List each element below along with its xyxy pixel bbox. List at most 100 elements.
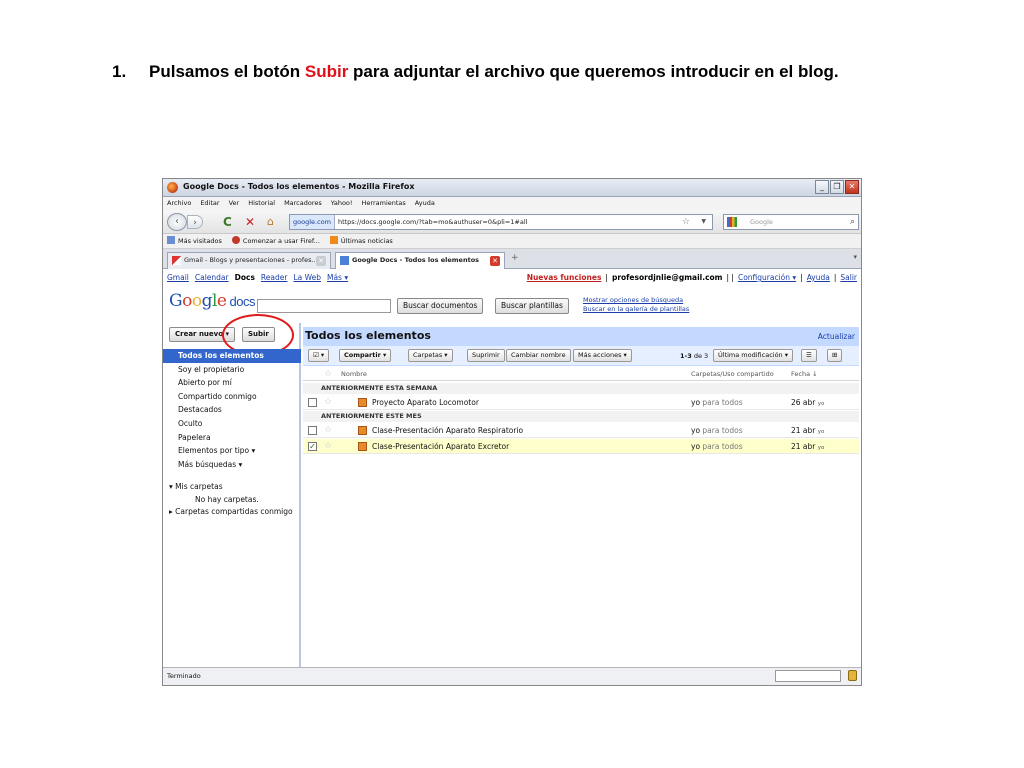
- firefox-icon: [167, 182, 178, 193]
- close-icon[interactable]: ✕: [316, 256, 326, 266]
- bookmark-label: Últimas noticias: [340, 237, 393, 245]
- search-icon[interactable]: ⌕: [850, 215, 855, 229]
- tab-gmail[interactable]: Gmail - Blogs y presentaciones - profes.…: [167, 252, 331, 269]
- address-bar[interactable]: google.com https://docs.google.com/?tab=m…: [289, 214, 713, 230]
- star-icon[interactable]: ☆: [324, 367, 332, 381]
- stop-icon[interactable]: ✕: [245, 215, 255, 229]
- refresh-link[interactable]: Actualizar: [818, 332, 855, 341]
- menu-herramientas[interactable]: Herramientas: [362, 197, 406, 210]
- file-date: 21 abr yo: [791, 439, 824, 456]
- template-gallery-link[interactable]: Buscar en la galería de plantillas: [583, 305, 689, 314]
- menu-editar[interactable]: Editar: [200, 197, 219, 210]
- row-checkbox[interactable]: [308, 398, 317, 407]
- sidebar-item-shared[interactable]: Compartido conmigo: [163, 390, 301, 404]
- table-row-selected[interactable]: ✓ ☆ Clase-Presentación Aparato Excretor …: [303, 439, 859, 454]
- tab-list-icon[interactable]: ▾: [853, 253, 857, 261]
- folders-button[interactable]: Carpetas ▾: [408, 349, 453, 362]
- sidebar-item-owned[interactable]: Soy el propietario: [163, 363, 301, 377]
- bookmark-latest-news[interactable]: Últimas noticias: [329, 234, 393, 248]
- presentation-icon: [358, 426, 367, 435]
- close-icon[interactable]: ✕: [490, 256, 500, 266]
- google-docs-logo[interactable]: Google docs: [169, 291, 255, 311]
- gbar-gmail-link[interactable]: Gmail: [167, 270, 189, 286]
- sort-dropdown[interactable]: Última modificación ▾: [713, 349, 793, 362]
- rename-button[interactable]: Cambiar nombre: [506, 349, 571, 362]
- status-text: Terminado: [167, 672, 201, 680]
- url-text: https://docs.google.com/?tab=mo&authuser…: [337, 218, 528, 226]
- table-row[interactable]: ☆ Proyecto Aparato Locomotor yo para tod…: [303, 395, 859, 410]
- signout-link[interactable]: Salir: [840, 270, 857, 286]
- my-folders-toggle[interactable]: ▾ Mis carpetas: [163, 481, 301, 494]
- menu-yahoo[interactable]: Yahoo!: [331, 197, 353, 210]
- sidebar-folders: ▾ Mis carpetas No hay carpetas. ▸ Carpet…: [163, 481, 301, 519]
- star-icon[interactable]: ☆: [324, 395, 332, 410]
- shared-folders-toggle[interactable]: ▸ Carpetas compartidas conmigo: [163, 506, 301, 519]
- reload-icon[interactable]: C: [223, 215, 232, 229]
- bookmark-star-icon[interactable]: ☆: [682, 215, 690, 229]
- docs-search-input[interactable]: [257, 299, 391, 313]
- bookmark-most-visited[interactable]: Más visitados: [167, 234, 222, 248]
- sidebar-item-opened[interactable]: Abierto por mí: [163, 376, 301, 390]
- menu-ayuda[interactable]: Ayuda: [415, 197, 435, 210]
- column-name[interactable]: Nombre: [341, 367, 367, 381]
- sidebar-item-starred[interactable]: Destacados: [163, 403, 301, 417]
- menu-marcadores[interactable]: Marcadores: [284, 197, 322, 210]
- new-tab-button[interactable]: +: [511, 253, 519, 263]
- sidebar-item-hidden[interactable]: Oculto: [163, 417, 301, 431]
- restore-button[interactable]: ❐: [830, 180, 844, 194]
- star-icon[interactable]: ☆: [324, 423, 332, 438]
- share-button[interactable]: Compartir ▾: [339, 349, 392, 362]
- grid-view-icon[interactable]: ⊞: [827, 349, 843, 362]
- settings-link[interactable]: Configuración ▾: [738, 270, 796, 286]
- gbar-reader-link[interactable]: Reader: [261, 270, 288, 286]
- bookmark-getting-started[interactable]: Comenzar a usar Firef...: [231, 234, 320, 248]
- gbar-calendar-link[interactable]: Calendar: [195, 270, 229, 286]
- sidebar-item-more-searches[interactable]: Más búsquedas ▾: [163, 458, 301, 472]
- back-button[interactable]: ‹: [167, 213, 187, 231]
- menu-ver[interactable]: Ver: [229, 197, 240, 210]
- more-actions-button[interactable]: Más acciones ▾: [573, 349, 632, 362]
- column-date[interactable]: Fecha ↓: [791, 367, 818, 381]
- window-titlebar: Google Docs - Todos los elementos - Mozi…: [163, 179, 861, 197]
- sidebar-item-all[interactable]: Todos los elementos: [163, 349, 301, 363]
- row-checkbox[interactable]: [308, 426, 317, 435]
- sidebar-item-by-type[interactable]: Elementos por tipo ▾: [163, 444, 301, 458]
- file-name[interactable]: Clase-Presentación Aparato Respiratorio: [372, 423, 523, 438]
- star-icon[interactable]: ☆: [324, 439, 332, 454]
- tab-google-docs[interactable]: Google Docs - Todos los elementos ✕: [335, 252, 505, 269]
- gbar-web-link[interactable]: La Web: [293, 270, 321, 286]
- menu-archivo[interactable]: Archivo: [167, 197, 191, 210]
- minimize-button[interactable]: _: [815, 180, 829, 194]
- search-input[interactable]: Google ⌕: [723, 214, 859, 230]
- help-link[interactable]: Ayuda: [807, 270, 830, 286]
- select-dropdown[interactable]: ☑ ▾: [308, 349, 330, 362]
- row-checkbox-checked[interactable]: ✓: [308, 442, 317, 451]
- owner: yo: [691, 426, 701, 435]
- chevron-down-icon[interactable]: ▼: [701, 215, 706, 229]
- site-identity[interactable]: google.com: [290, 215, 335, 229]
- list-view-icon[interactable]: ☰: [801, 349, 817, 362]
- home-icon[interactable]: ⌂: [267, 215, 274, 229]
- file-name[interactable]: Proyecto Aparato Locomotor: [372, 395, 479, 410]
- bookmarks-toolbar: Más visitados Comenzar a usar Firef... Ú…: [163, 234, 861, 249]
- sharing: para todos: [702, 398, 743, 407]
- delete-button[interactable]: Suprimir: [467, 349, 505, 362]
- show-search-options-link[interactable]: Mostrar opciones de búsqueda: [583, 296, 689, 305]
- table-row[interactable]: ☆ Clase-Presentación Aparato Respiratori…: [303, 423, 859, 438]
- instruction-before: Pulsamos el botón: [149, 62, 305, 81]
- forward-button[interactable]: ›: [187, 215, 203, 229]
- search-templates-button[interactable]: Buscar plantillas: [495, 298, 569, 314]
- sidebar-item-trash[interactable]: Papelera: [163, 431, 301, 445]
- search-options: Mostrar opciones de búsqueda Buscar en l…: [583, 296, 689, 314]
- search-docs-button[interactable]: Buscar documentos: [397, 298, 484, 314]
- new-features-link[interactable]: Nuevas funciones: [527, 270, 602, 286]
- file-name[interactable]: Clase-Presentación Aparato Excretor: [372, 439, 509, 454]
- logo-letter: e: [216, 291, 227, 311]
- menu-historial[interactable]: Historial: [248, 197, 275, 210]
- column-folders[interactable]: Carpetas/Uso compartido: [691, 367, 774, 381]
- close-button[interactable]: ✕: [845, 180, 859, 194]
- gbar-docs-link[interactable]: Docs: [235, 270, 255, 286]
- google-engine-icon[interactable]: [727, 217, 737, 227]
- lock-icon[interactable]: [848, 670, 857, 681]
- gbar-more-link[interactable]: Más ▾: [327, 270, 348, 286]
